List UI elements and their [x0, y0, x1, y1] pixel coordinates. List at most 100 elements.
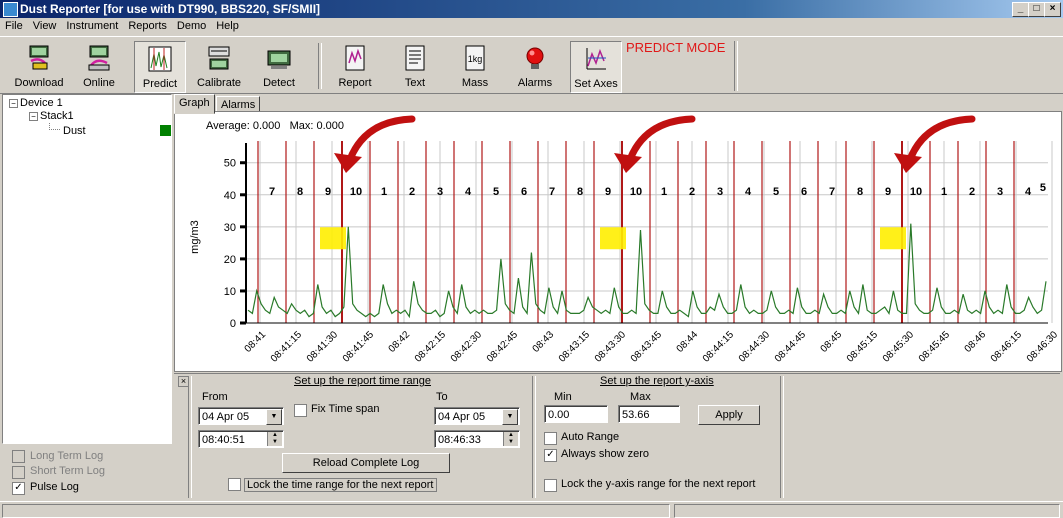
pulse-label: 9	[605, 186, 611, 198]
menu-demo[interactable]: Demo	[172, 18, 211, 32]
auto-range-checkbox[interactable]	[544, 432, 557, 445]
pulse-label: 3	[997, 186, 1003, 198]
toolbar: Download Online Predict Calibrate Detect…	[0, 36, 1063, 94]
text-label: Text	[404, 77, 426, 89]
x-tick-label: 08:44:45	[773, 329, 809, 365]
reload-complete-log-button[interactable]: Reload Complete Log	[282, 453, 450, 473]
device-tree: − Device 1 − Stack1 Dust	[2, 94, 172, 444]
x-tick-label: 08:45:30	[881, 329, 917, 365]
download-button[interactable]: Download	[14, 41, 64, 91]
x-tick-label: 08:41:45	[341, 329, 377, 365]
from-date-select[interactable]: 04 Apr 05 ▼	[198, 407, 284, 425]
y-tick-label: 40	[224, 190, 236, 202]
y-axis-label: mg/m3	[189, 220, 201, 254]
menu-file[interactable]: File	[0, 18, 28, 32]
pulse-log-checkbox[interactable]: ✓	[12, 482, 25, 495]
to-time-field[interactable]: 08:46:33 ▲ ▼	[434, 430, 520, 448]
apply-button[interactable]: Apply	[698, 405, 760, 425]
collapse-icon[interactable]: −	[9, 98, 18, 108]
to-time-value: 08:46:33	[438, 434, 481, 446]
mass-icon-text: 1kg	[468, 54, 483, 64]
lock-time-range-checkbox[interactable]	[228, 478, 241, 491]
always-show-zero-label: Always show zero	[561, 448, 650, 460]
maximize-button[interactable]: □	[1028, 2, 1045, 17]
set-axes-button[interactable]: Set Axes	[570, 41, 622, 93]
pulse-label: 7	[269, 186, 275, 198]
alarms-label: Alarms	[517, 77, 553, 89]
y-tick-label: 20	[224, 254, 236, 266]
pulse-label: 3	[717, 186, 723, 198]
menu-bar: File View Instrument Reports Demo Help	[0, 18, 1063, 35]
mass-label: Mass	[461, 77, 489, 89]
predict-button[interactable]: Predict	[134, 41, 186, 93]
x-tick-label: 08:43:30	[593, 329, 629, 365]
menu-help[interactable]: Help	[211, 18, 244, 32]
minimize-button[interactable]: _	[1012, 2, 1029, 17]
chevron-down-icon[interactable]: ▼	[266, 409, 282, 425]
predict-icon	[148, 46, 172, 72]
spin-icon[interactable]: ▲ ▼	[503, 432, 518, 446]
pulse-label: 2	[689, 186, 695, 198]
menu-instrument[interactable]: Instrument	[61, 18, 123, 32]
from-time-field[interactable]: 08:40:51 ▲ ▼	[198, 430, 284, 448]
window-title: Dust Reporter [for use with DT990, BBS22…	[20, 2, 321, 16]
menu-view[interactable]: View	[28, 18, 62, 32]
to-date-select[interactable]: 04 Apr 05 ▼	[434, 407, 520, 425]
y-tick-label: 50	[224, 158, 236, 170]
close-button[interactable]: ×	[1044, 2, 1061, 17]
tree-node-dust[interactable]: Dust	[63, 125, 86, 137]
pulse-label: 6	[801, 186, 807, 198]
pulse-label: 2	[969, 186, 975, 198]
time-range-title: Set up the report time range	[294, 375, 431, 387]
spin-icon[interactable]: ▲ ▼	[267, 432, 282, 446]
x-tick-label: 08:43:15	[557, 329, 593, 365]
short-term-log-checkbox[interactable]	[12, 466, 25, 479]
pulse-label: 6	[521, 186, 527, 198]
toolbar-separator	[318, 43, 322, 89]
y-min-field[interactable]: 0.00	[544, 405, 608, 423]
chevron-down-icon[interactable]: ▼	[502, 409, 518, 425]
tree-node-device[interactable]: − Device 1	[9, 97, 63, 109]
lock-y-axis-checkbox[interactable]	[544, 479, 557, 492]
alarms-button[interactable]: Alarms	[510, 41, 560, 91]
calibrate-label: Calibrate	[196, 77, 242, 89]
tree-node-stack[interactable]: − Stack1	[29, 110, 74, 122]
tab-graph[interactable]: Graph	[174, 94, 215, 114]
fix-time-span-checkbox[interactable]	[294, 404, 307, 417]
text-button[interactable]: Text	[390, 41, 440, 91]
mass-icon: 1kg	[465, 45, 485, 71]
panel-divider	[532, 376, 536, 498]
panel-divider	[188, 376, 192, 498]
x-tick-label: 08:46:15	[989, 329, 1025, 365]
x-tick-label: 08:45	[819, 329, 845, 355]
long-term-log-checkbox[interactable]	[12, 450, 25, 463]
report-button[interactable]: Report	[330, 41, 380, 91]
x-tick-label: 08:46:30	[1025, 329, 1060, 365]
pulse-label: 7	[829, 186, 835, 198]
y-max-field[interactable]: 53.66	[618, 405, 680, 423]
pulse-label: 8	[297, 186, 303, 198]
collapse-icon[interactable]: −	[29, 111, 38, 121]
detect-button[interactable]: Detect	[254, 41, 304, 91]
always-show-zero-checkbox[interactable]: ✓	[544, 449, 557, 462]
mass-button[interactable]: 1kg Mass	[450, 41, 500, 91]
to-label: To	[436, 391, 448, 403]
text-icon	[405, 45, 425, 71]
set-axes-icon	[586, 48, 606, 70]
detect-icon	[267, 50, 291, 69]
dust-chart: mg/m30102030405008:41 08:41:15 08:41:30 08:…	[189, 115, 1060, 365]
report-settings-panel: × Set up the report time range From To 0…	[174, 373, 1060, 502]
calibrate-button[interactable]: Calibrate	[194, 41, 244, 91]
menu-reports[interactable]: Reports	[123, 18, 172, 32]
from-time-value: 08:40:51	[202, 434, 245, 446]
x-tick-label: 08:42:15	[413, 329, 449, 365]
calibrate-icon	[208, 46, 230, 70]
online-button[interactable]: Online	[74, 41, 124, 91]
tree-connector	[49, 123, 60, 130]
pulse-label: 5	[493, 186, 499, 198]
pulse-label: 4	[465, 186, 472, 198]
pulse-label: 3	[437, 186, 443, 198]
download-icon	[29, 45, 49, 70]
pulse-label: 1	[381, 186, 387, 198]
x-tick-label: 08:42	[387, 329, 413, 355]
